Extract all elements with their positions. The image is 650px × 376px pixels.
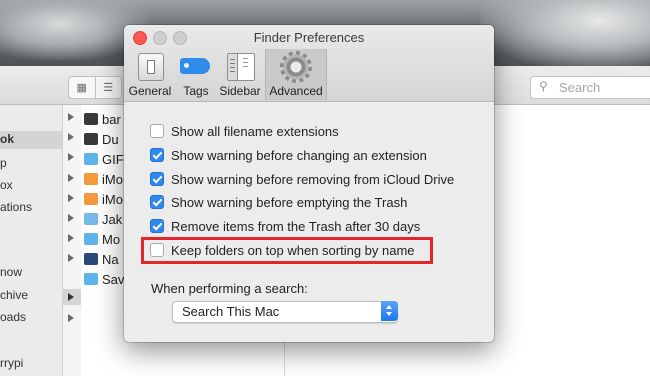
sidebar-item[interactable]: now — [0, 265, 22, 279]
option-label: Remove items from the Trash after 30 day… — [171, 218, 421, 234]
search-icon: ⚲ — [539, 79, 548, 93]
tab-advanced[interactable]: Advanced — [265, 49, 327, 100]
sidebar-item[interactable]: chive — [0, 288, 28, 302]
tab-sidebar[interactable]: Sidebar — [218, 49, 262, 100]
option-label: Show warning before removing from iCloud… — [171, 171, 455, 187]
sidebar-item[interactable]: ok — [0, 132, 14, 146]
checkbox[interactable] — [150, 124, 164, 138]
list-item[interactable]: Sav — [84, 271, 124, 287]
title-bar: Finder Preferences General Tags Sidebar … — [124, 25, 494, 102]
folder-icon — [84, 233, 98, 245]
advanced-pane: Show all filename extensions Show warnin… — [124, 102, 494, 342]
document-icon — [84, 173, 98, 185]
option-remove-trash-30-days[interactable]: Remove items from the Trash after 30 day… — [150, 217, 420, 235]
list-item[interactable]: Du — [84, 131, 119, 147]
list-item[interactable]: GIF — [84, 151, 124, 167]
checkbox[interactable] — [150, 148, 164, 162]
list-item[interactable]: Mo — [84, 231, 120, 247]
folder-icon — [84, 153, 98, 165]
image-file-icon — [84, 133, 98, 145]
image-file-icon — [84, 253, 98, 265]
sidebar-item[interactable]: ox — [0, 178, 13, 192]
list-item[interactable]: iMo — [84, 171, 123, 187]
file-name: Du — [102, 131, 119, 147]
list-item[interactable]: Na — [84, 251, 119, 267]
document-icon — [84, 193, 98, 205]
switch-icon — [138, 53, 164, 81]
option-label: Show all filename extensions — [171, 123, 339, 139]
checkbox[interactable] — [150, 243, 164, 257]
tab-label: Advanced — [269, 84, 323, 98]
disclosure-arrow-icon[interactable] — [68, 234, 74, 242]
window-title: Finder Preferences — [253, 30, 365, 45]
checkbox[interactable] — [150, 219, 164, 233]
list-item[interactable]: iMo — [84, 191, 123, 207]
option-warn-change-extension[interactable]: Show warning before changing an extensio… — [150, 146, 427, 164]
disclosure-arrow-icon[interactable] — [68, 293, 74, 301]
gear-icon — [280, 51, 312, 83]
popup-arrows-icon[interactable] — [381, 301, 398, 321]
disclosure-arrow-icon[interactable] — [68, 194, 74, 202]
icon-view-icon[interactable]: ▦ — [69, 77, 96, 98]
sidebar-item[interactable]: oads — [0, 310, 26, 324]
list-item[interactable]: bar — [84, 111, 121, 127]
search-placeholder: Search — [559, 80, 601, 95]
tab-tags[interactable]: Tags — [176, 49, 216, 100]
file-name: bar — [102, 111, 121, 127]
folder-icon — [84, 213, 98, 225]
sidebar-icon — [227, 53, 255, 81]
sidebar-item[interactable]: rrypi — [0, 356, 23, 370]
tab-label: Sidebar — [219, 84, 261, 98]
finder-sidebar: ok p ox ations now chive oads rrypi — [0, 105, 63, 376]
option-folders-on-top[interactable]: Keep folders on top when sorting by name — [150, 241, 415, 259]
file-name: iMo — [102, 171, 123, 187]
view-mode-control[interactable]: ▦ ☰ — [68, 76, 122, 99]
search-scope-value: Search This Mac — [182, 304, 280, 319]
file-name: Jak — [102, 211, 123, 227]
image-file-icon — [84, 113, 98, 125]
tab-label: Tags — [183, 84, 209, 98]
disclosure-arrow-icon[interactable] — [68, 113, 74, 121]
disclosure-arrow-icon[interactable] — [68, 133, 74, 141]
finder-search-field[interactable]: ⚲ Search — [530, 76, 650, 99]
disclosure-arrow-icon[interactable] — [68, 174, 74, 182]
file-name: Mo — [102, 231, 121, 247]
disclosure-arrow-icon[interactable] — [68, 214, 74, 222]
tag-icon — [180, 58, 210, 74]
option-warn-icloud-removal[interactable]: Show warning before removing from iCloud… — [150, 170, 454, 188]
list-item[interactable]: Jak — [84, 211, 122, 227]
option-label: Keep folders on top when sorting by name — [171, 242, 415, 258]
file-name: GIF — [102, 151, 124, 167]
sidebar-item[interactable]: p — [0, 156, 7, 170]
tab-general[interactable]: General — [128, 49, 172, 100]
file-name: iMo — [102, 191, 123, 207]
search-scope-label: When performing a search: — [151, 281, 308, 296]
disclosure-arrow-icon[interactable] — [68, 314, 74, 322]
disclosure-arrow-icon[interactable] — [68, 254, 74, 262]
checkbox[interactable] — [150, 172, 164, 186]
option-show-extensions[interactable]: Show all filename extensions — [150, 122, 339, 140]
file-name: Na — [102, 251, 119, 267]
finder-preferences-window: Finder Preferences General Tags Sidebar … — [124, 25, 494, 342]
tab-label: General — [128, 84, 172, 98]
option-label: Show warning before changing an extensio… — [171, 147, 427, 163]
file-name: Sav — [102, 271, 125, 287]
list-view-icon[interactable]: ☰ — [96, 77, 122, 98]
checkbox[interactable] — [150, 195, 164, 209]
option-warn-empty-trash[interactable]: Show warning before emptying the Trash — [150, 193, 407, 211]
sidebar-item[interactable]: ations — [0, 200, 32, 214]
disclosure-arrow-icon[interactable] — [68, 153, 74, 161]
folder-icon — [84, 273, 98, 285]
search-scope-select[interactable]: Search This Mac — [172, 301, 398, 323]
option-label: Show warning before emptying the Trash — [171, 194, 408, 210]
